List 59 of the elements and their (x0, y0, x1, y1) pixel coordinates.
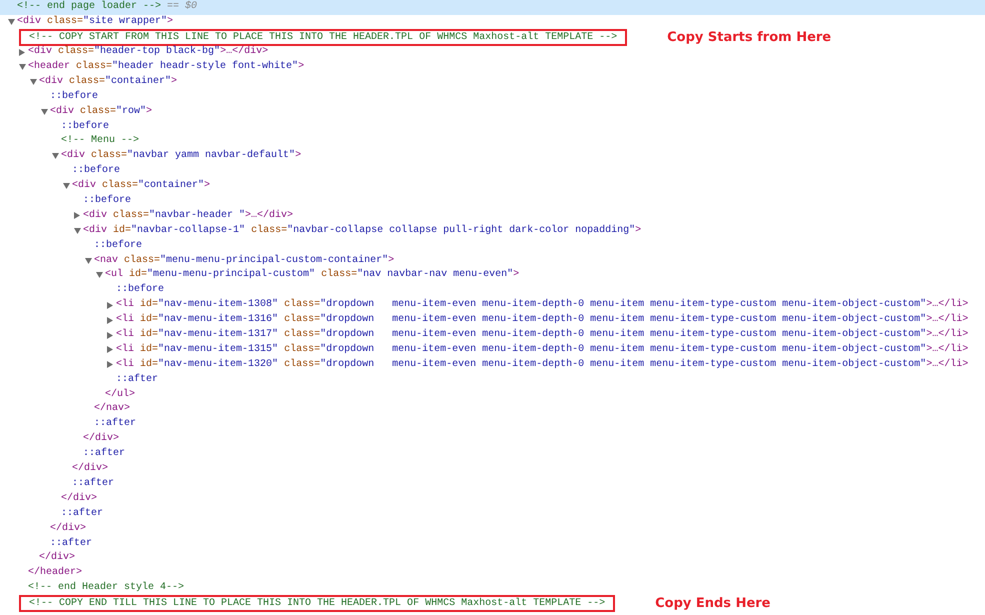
html-comment: <!-- Menu --> (61, 135, 140, 148)
html-tag: <div class="site wrapper"> (17, 16, 174, 28)
closing-tag: </div> (72, 463, 108, 476)
highlighted-comment: <!-- COPY END TILL THIS LINE TO PLACE THIS INTO THE HEADER.TPL OF WHMCS Maxhost-alt TEMPLATE --> (19, 594, 616, 612)
collapsed-arrow-icon[interactable] (107, 302, 113, 309)
html-tag: <div id="navbar-collapse-1" class="navbar-collapse collapse pull-right dark-color nopadding"> (83, 224, 642, 237)
closing-tag: </header> (28, 567, 82, 580)
html-tag: <div class="navbar yamm navbar-default"> (61, 150, 302, 162)
highlighted-comment: <!-- COPY START FROM THIS LINE TO PLACE THIS INTO THE HEADER.TPL OF WHMCS Maxhost-alt TEMPLATE --> (19, 28, 628, 46)
selected-html-comment: <!-- end page loader --> == $0 (17, 1, 198, 14)
pseudo-element: ::before (50, 90, 98, 103)
expanded-arrow-icon[interactable] (74, 228, 81, 234)
html-tag: <div class="row"> (50, 106, 152, 118)
expanded-arrow-icon[interactable] (63, 183, 70, 190)
collapsed-arrow-icon[interactable] (107, 332, 113, 339)
closing-tag: </ul> (105, 388, 136, 401)
pseudo-element: ::after (50, 538, 92, 550)
annotation-note: Copy Ends Here (655, 596, 771, 611)
collapsed-arrow-icon[interactable] (107, 361, 113, 368)
html-tag: <li id="nav-menu-item-1317" class="dropdown menu-item-even menu-item-depth-0 menu-item menu-item-type-custom menu-item-object-custom">…</li> (116, 329, 968, 342)
expanded-arrow-icon[interactable] (85, 258, 92, 264)
expanded-arrow-icon[interactable] (41, 108, 48, 115)
html-tag: <div class="header-top black-bg">…</div> (28, 46, 268, 58)
expanded-arrow-icon[interactable] (30, 78, 37, 85)
collapsed-arrow-icon[interactable] (19, 48, 25, 56)
pseudo-element: ::after (83, 448, 126, 460)
expanded-arrow-icon[interactable] (96, 272, 103, 278)
html-tag: <div class="navbar-header ">…</div> (83, 210, 294, 222)
pseudo-element: ::before (61, 120, 110, 133)
html-tag: <li id="nav-menu-item-1315" class="dropdown menu-item-even menu-item-depth-0 menu-item menu-item-type-custom menu-item-object-custom">…</li> (116, 344, 968, 356)
pseudo-element: ::after (72, 478, 114, 490)
html-tag: <li id="nav-menu-item-1316" class="dropdown menu-item-even menu-item-depth-0 menu-item menu-item-type-custom menu-item-object-custom">…</li> (116, 314, 968, 326)
expanded-arrow-icon[interactable] (8, 19, 15, 26)
html-comment: <!-- end Header style 4--> (28, 582, 184, 594)
annotation-note: Copy Starts from Here (667, 30, 832, 45)
expanded-arrow-icon[interactable] (52, 153, 59, 160)
pseudo-element: ::before (116, 284, 164, 296)
html-tag: <div class="container"> (39, 76, 178, 88)
html-tag: <li id="nav-menu-item-1308" class="dropdown menu-item-even menu-item-depth-0 menu-item menu-item-type-custom menu-item-object-custom">…</li> (116, 299, 968, 312)
html-tag: <div class="container"> (72, 180, 210, 192)
html-tag: <li id="nav-menu-item-1320" class="dropdown menu-item-even menu-item-depth-0 menu-item menu-item-type-custom menu-item-object-custom">…</li> (116, 358, 968, 371)
html-tag: <nav class="menu-menu-principal-custom-container"> (94, 254, 394, 267)
pseudo-element: ::before (83, 195, 132, 208)
html-tag: <ul id="menu-menu-principal-custom" class="nav navbar-nav menu-even"> (105, 269, 520, 282)
closing-tag: </div> (50, 522, 86, 535)
expanded-arrow-icon[interactable] (19, 64, 26, 70)
html-tag: <header class="header headr-style font-white"> (28, 61, 304, 73)
closing-tag: </nav> (94, 403, 130, 416)
pseudo-element: ::before (94, 240, 142, 252)
collapsed-arrow-icon[interactable] (107, 316, 113, 324)
closing-tag: </div> (39, 552, 76, 564)
closing-tag: </div> (61, 492, 98, 505)
pseudo-element: ::before (72, 165, 120, 178)
pseudo-element: ::after (61, 508, 104, 520)
collapsed-arrow-icon[interactable] (107, 346, 113, 354)
closing-tag: </div> (83, 433, 120, 446)
pseudo-element: ::after (94, 418, 136, 430)
collapsed-arrow-icon[interactable] (74, 212, 80, 220)
pseudo-element: ::after (116, 374, 158, 386)
